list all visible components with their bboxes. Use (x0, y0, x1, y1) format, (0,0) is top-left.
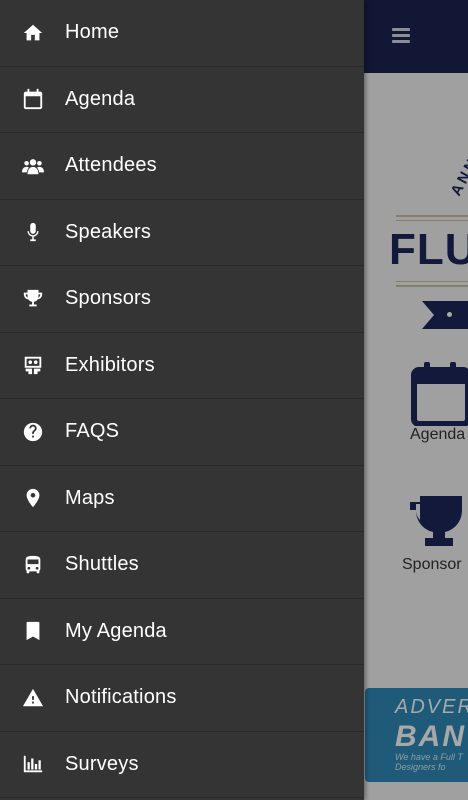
microphone-icon (21, 220, 45, 244)
nav-item-agenda[interactable]: Agenda (0, 67, 364, 133)
nav-item-label: Attendees (65, 154, 157, 177)
people-icon (21, 154, 45, 178)
nav-item-label: Surveys (65, 752, 139, 775)
nav-item-home[interactable]: Home (0, 0, 364, 67)
nav-item-label: Maps (65, 486, 115, 509)
navigation-drawer: Home Agenda Attendees Speakers Sponsors … (0, 0, 364, 800)
question-icon (21, 420, 45, 444)
nav-item-notifications[interactable]: Notifications (0, 665, 364, 732)
nav-item-label: Shuttles (65, 553, 139, 576)
bus-icon (21, 553, 45, 577)
nav-item-speakers[interactable]: Speakers (0, 200, 364, 266)
map-pin-icon (21, 486, 45, 510)
nav-item-label: Agenda (65, 87, 136, 110)
warning-icon (21, 686, 45, 710)
nav-item-surveys[interactable]: Surveys (0, 732, 364, 798)
trophy-icon (21, 287, 45, 311)
nav-item-label: Speakers (65, 220, 152, 243)
bookmark-icon (21, 619, 45, 643)
nav-item-exhibitors[interactable]: Exhibitors (0, 333, 364, 399)
nav-item-label: Exhibitors (65, 353, 155, 376)
nav-item-label: FAQS (65, 420, 120, 443)
nav-item-label: Sponsors (65, 287, 152, 310)
nav-item-maps[interactable]: Maps (0, 466, 364, 532)
bar-chart-icon (21, 752, 45, 776)
nav-item-label: Home (65, 21, 120, 44)
booth-icon (21, 353, 45, 377)
calendar-icon (21, 87, 45, 111)
nav-item-label: My Agenda (65, 619, 167, 642)
nav-item-label: Notifications (65, 686, 177, 709)
nav-item-shuttles[interactable]: Shuttles (0, 532, 364, 599)
nav-item-faqs[interactable]: FAQS (0, 399, 364, 466)
home-icon (21, 21, 45, 45)
nav-item-sponsors[interactable]: Sponsors (0, 266, 364, 333)
nav-item-my-agenda[interactable]: My Agenda (0, 599, 364, 665)
nav-item-attendees[interactable]: Attendees (0, 133, 364, 200)
